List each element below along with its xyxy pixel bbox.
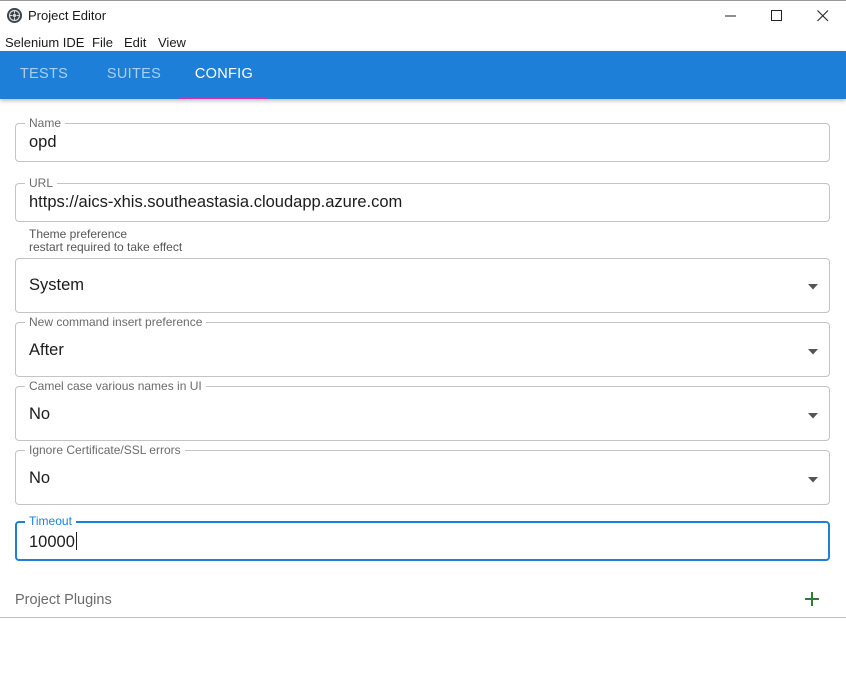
timeout-value: 10000: [29, 533, 75, 551]
theme-preference-hint: restart required to take effect: [29, 239, 183, 254]
camel-case-value: No: [29, 405, 51, 423]
name-field[interactable]: Name opd: [15, 116, 830, 162]
command-insert-value: After: [29, 341, 64, 359]
camel-case-select[interactable]: Camel case various names in UI No: [15, 379, 830, 441]
chevron-down-icon: [808, 284, 818, 290]
project-plugins-section: Project Plugins: [0, 582, 846, 618]
plus-icon[interactable]: [803, 590, 821, 608]
maximize-button[interactable]: [754, 1, 800, 31]
theme-preference-label: Theme preference restart required to tak…: [29, 228, 182, 253]
name-input[interactable]: opd: [29, 133, 57, 152]
ignore-ssl-value: No: [29, 469, 51, 487]
chevron-down-icon: [808, 349, 818, 355]
theme-preference-title: Theme preference: [29, 227, 128, 241]
tabs-bar: TESTS SUITES CONFIG: [0, 51, 846, 99]
chevron-down-icon: [808, 413, 818, 419]
tab-tests[interactable]: TESTS: [0, 51, 88, 99]
tab-suites[interactable]: SUITES: [88, 51, 180, 99]
active-tab-indicator: [180, 97, 268, 99]
timeout-label: Timeout: [25, 514, 76, 528]
menu-file[interactable]: File: [92, 35, 113, 50]
timeout-field[interactable]: Timeout 10000: [15, 514, 830, 561]
url-label: URL: [25, 176, 58, 190]
project-plugins-label: Project Plugins: [15, 592, 112, 608]
tab-config[interactable]: CONFIG: [180, 51, 268, 99]
name-label: Name: [25, 116, 66, 130]
text-caret: [75, 532, 77, 550]
close-icon: [817, 10, 829, 22]
menu-bar: Selenium IDE File Edit View: [0, 31, 846, 51]
menu-view[interactable]: View: [158, 35, 186, 50]
command-insert-select[interactable]: New command insert preference After: [15, 315, 830, 377]
title-bar: Project Editor: [0, 0, 846, 31]
menu-edit[interactable]: Edit: [124, 35, 146, 50]
theme-preference-value: System: [29, 276, 85, 294]
ignore-ssl-select[interactable]: Ignore Certificate/SSL errors No: [15, 443, 830, 505]
url-input[interactable]: https://aics-xhis.southeastasia.cloudapp…: [29, 193, 402, 212]
minimize-icon: [725, 15, 736, 17]
ignore-ssl-label: Ignore Certificate/SSL errors: [25, 443, 185, 457]
selenium-ide-app-icon: [7, 8, 22, 23]
window-title: Project Editor: [28, 8, 107, 23]
maximize-icon: [771, 10, 782, 21]
chevron-down-icon: [808, 477, 818, 483]
minimize-button[interactable]: [708, 1, 754, 31]
menu-selenium-ide[interactable]: Selenium IDE: [5, 35, 84, 50]
camel-case-label: Camel case various names in UI: [25, 379, 206, 393]
url-field[interactable]: URL https://aics-xhis.southeastasia.clou…: [15, 176, 830, 222]
timeout-input[interactable]: 10000: [29, 532, 77, 552]
command-insert-label: New command insert preference: [25, 315, 207, 329]
project-editor-window: Project Editor Selenium IDE File Edit Vi…: [0, 0, 846, 694]
close-button[interactable]: [800, 1, 846, 31]
theme-preference-select[interactable]: System: [15, 258, 830, 313]
